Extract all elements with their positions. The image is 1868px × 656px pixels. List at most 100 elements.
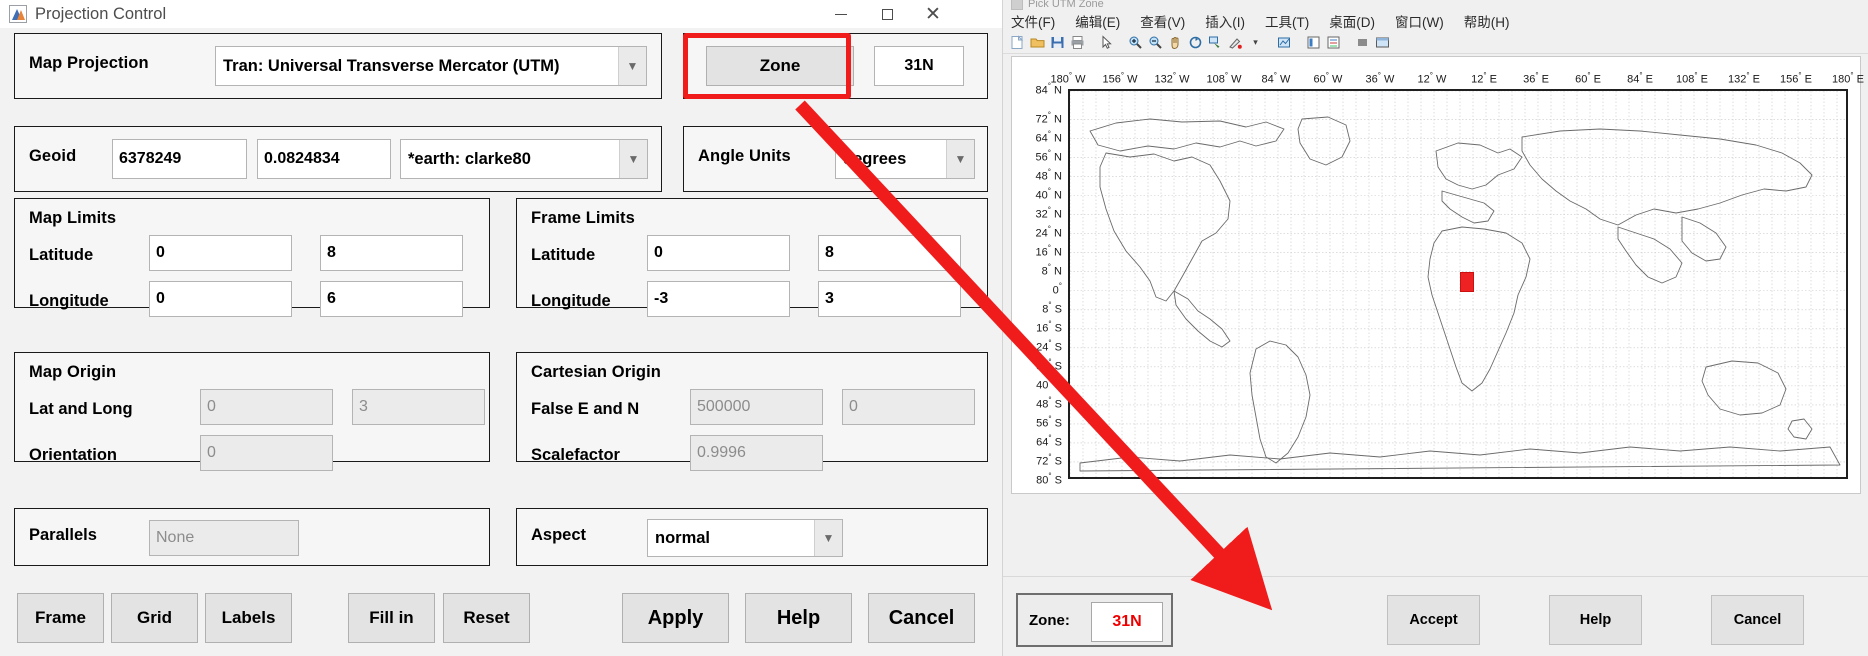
chevron-down-icon[interactable]: ▼ [619,140,647,178]
pick-utm-zone-figure-window: Pick UTM Zone 文件(F) 编辑(E) 查看(V) 插入(I) 工具… [1002,0,1868,656]
parallels-label: Parallels [29,526,97,544]
map-ytick-label: 32° S [1036,357,1062,373]
matlab-icon [9,5,27,23]
rotate-3d-icon[interactable] [1187,34,1204,51]
close-button[interactable]: ✕ [910,0,956,28]
accept-button[interactable]: Accept [1387,595,1480,645]
minimize-button[interactable] [818,0,864,28]
parallels-panel: Parallels None [14,508,490,566]
selected-zone-marker[interactable] [1460,271,1474,292]
zone-button-highlight-box [683,33,851,99]
figure-cancel-button[interactable]: Cancel [1711,595,1804,645]
menu-insert[interactable]: 插入(I) [1205,11,1245,31]
map-ytick-label: 8° N [1041,262,1062,278]
map-origin-long-field[interactable]: 3 [352,389,485,425]
apply-button[interactable]: Apply [622,593,729,643]
pointer-icon[interactable] [1098,34,1115,51]
map-limits-latitude-min-field[interactable]: 0 [149,235,292,271]
figure-help-button[interactable]: Help [1549,595,1642,645]
colorbar-icon[interactable] [1305,34,1322,51]
map-origin-panel: Map Origin Lat and Long 0 3 Orientation … [14,352,490,471]
scalefactor-field[interactable]: 0.9996 [690,435,823,471]
help-button[interactable]: Help [745,593,852,643]
menu-file[interactable]: 文件(F) [1011,11,1055,31]
map-limits-latitude-max-field[interactable]: 8 [320,235,463,271]
zoom-out-icon[interactable] [1147,34,1164,51]
menu-window[interactable]: 窗口(W) [1395,11,1444,31]
zone-readout-value[interactable]: 31N [1091,602,1163,642]
zoom-in-icon[interactable] [1127,34,1144,51]
geoid-name-combo[interactable]: *earth: clarke80 ▼ [400,139,648,179]
brush-icon[interactable] [1227,34,1244,51]
print-icon[interactable] [1069,34,1086,51]
figure-title-text: Pick UTM Zone [1028,0,1104,10]
angle-units-combo[interactable]: degrees ▼ [835,139,975,179]
map-ytick-label: 8° S [1042,300,1062,316]
angle-units-label: Angle Units [698,147,791,165]
parallels-field[interactable]: None [149,520,299,556]
map-xtick-label: 156° E [1780,71,1812,86]
map-limits-longitude-min-field[interactable]: 0 [149,281,292,317]
geoid-eccentricity-field[interactable]: 0.0824834 [257,139,391,179]
open-folder-icon[interactable] [1029,34,1046,51]
false-northing-field[interactable]: 0 [842,389,975,425]
map-xtick-label: 60° W [1313,71,1343,86]
false-easting-field[interactable]: 500000 [690,389,823,425]
pan-icon[interactable] [1167,34,1184,51]
hide-plot-tools-icon[interactable] [1354,34,1371,51]
zone-readout-box: Zone: 31N [1016,593,1173,647]
cancel-button[interactable]: Cancel [868,593,975,643]
menu-help[interactable]: 帮助(H) [1464,11,1510,31]
map-xtick-label: 156° W [1102,71,1138,86]
matlab-figure-icon [1011,0,1023,10]
map-origin-lat-field[interactable]: 0 [200,389,333,425]
reset-button[interactable]: Reset [443,593,530,643]
map-ytick-label: 0° [1052,281,1062,297]
legend-icon[interactable] [1325,34,1342,51]
link-data-icon[interactable] [1276,34,1293,51]
chevron-down-icon[interactable]: ▼ [814,520,842,556]
figure-menubar: 文件(F) 编辑(E) 查看(V) 插入(I) 工具(T) 桌面(D) 窗口(W… [1003,10,1868,32]
frame-limits-longitude-min-field[interactable]: -3 [647,281,790,317]
map-ytick-label: 24° N [1035,224,1062,239]
menu-edit[interactable]: 编辑(E) [1075,11,1120,31]
frame-limits-longitude-max-field[interactable]: 3 [818,281,961,317]
frame-limits-latitude-max-field[interactable]: 8 [818,235,961,271]
grid-button[interactable]: Grid [111,593,198,643]
menu-view[interactable]: 查看(V) [1140,11,1185,31]
maximize-button[interactable] [864,0,910,28]
projection-control-window: Projection Control ✕ Map Projection Tran… [0,0,1002,656]
menu-tools[interactable]: 工具(T) [1265,11,1309,31]
map-xtick-label: 108° W [1206,71,1242,86]
fill-in-button[interactable]: Fill in [348,593,435,643]
aspect-panel: Aspect normal ▼ [516,508,988,566]
world-map-axes[interactable] [1068,89,1848,479]
save-icon[interactable] [1049,34,1066,51]
new-file-icon[interactable] [1009,34,1026,51]
map-gridlines [1070,91,1846,477]
data-cursor-icon[interactable] [1207,34,1224,51]
world-map-svg [1070,91,1846,477]
map-limits-title: Map Limits [29,209,117,227]
dropdown-arrow-icon[interactable]: ▾ [1247,34,1264,51]
frame-button[interactable]: Frame [17,593,104,643]
chevron-down-icon[interactable]: ▼ [946,140,974,178]
menu-desktop[interactable]: 桌面(D) [1329,11,1375,31]
map-xtick-label: 132° W [1154,71,1190,86]
map-ytick-label: 16° N [1035,243,1062,259]
zone-value-field[interactable]: 31N [874,46,964,86]
map-xtick-label: 12° E [1471,71,1497,86]
map-ytick-label: 48° N [1035,167,1062,182]
map-projection-combo[interactable]: Tran: Universal Transverse Mercator (UTM… [215,46,647,86]
show-plot-tools-icon[interactable] [1374,34,1391,51]
aspect-combo[interactable]: normal ▼ [647,519,843,557]
map-ytick-label: 72° N [1035,110,1062,125]
map-limits-longitude-max-field[interactable]: 6 [320,281,463,317]
frame-limits-latitude-min-field[interactable]: 0 [647,235,790,271]
labels-button[interactable]: Labels [205,593,292,643]
geoid-semimajor-field[interactable]: 6378249 [112,139,247,179]
map-projection-panel: Map Projection Tran: Universal Transvers… [14,33,662,99]
chevron-down-icon[interactable]: ▼ [618,47,646,85]
frame-limits-longitude-label: Longitude [531,292,611,310]
map-origin-orientation-field[interactable]: 0 [200,435,333,471]
